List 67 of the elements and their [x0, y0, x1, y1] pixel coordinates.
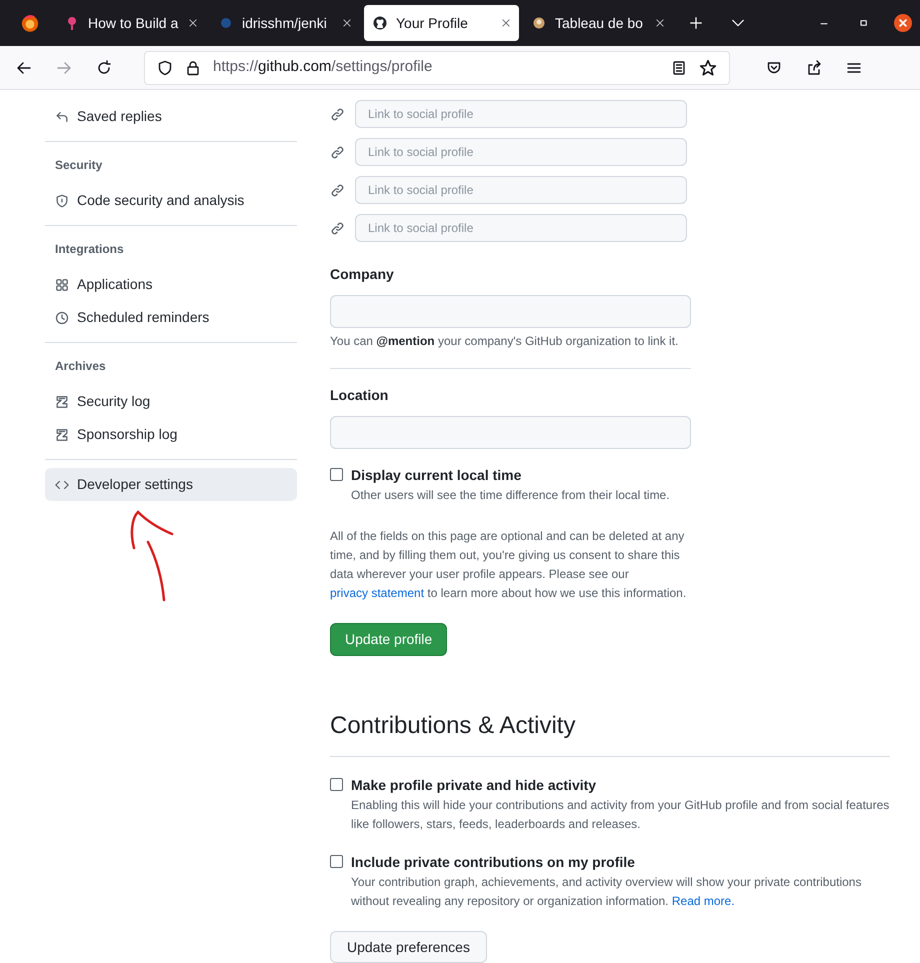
section-heading: Archives [54, 358, 107, 375]
clock-icon [55, 310, 69, 324]
privacy-statement-link[interactable]: privacy statement [330, 586, 424, 600]
close-icon[interactable] [501, 18, 511, 28]
checkbox-description: Your contribution graph, achievements, and activity overview will show your private contributions without revealing any repository or organization information. Read more. [351, 874, 862, 910]
sidebar-item[interactable]: Sponsorship log [45, 418, 297, 451]
back-icon[interactable] [16, 60, 32, 76]
pocket-icon[interactable] [766, 60, 782, 76]
text-field[interactable] [330, 295, 691, 328]
bookmark-star-icon[interactable] [699, 58, 717, 76]
update-preferences-button[interactable]: Update preferences [330, 931, 487, 963]
sidebar-item[interactable]: Scheduled reminders [45, 301, 297, 334]
grid-icon [55, 278, 69, 292]
section-heading: Security [54, 157, 104, 174]
favicon-icon [531, 15, 547, 31]
checkbox-description: Enabling this will hide your contributions and activity from your GitHub profile and from social features like followers, stars, feeds, leaderboards and releases. [351, 797, 890, 833]
field-label: Company [330, 265, 395, 284]
read-more-link[interactable]: Read more. [672, 894, 735, 908]
browser-tab[interactable]: idrisshm/jenki [210, 5, 360, 41]
section-title: Contributions & Activity [330, 708, 890, 757]
sidebar-item[interactable]: Saved replies [45, 100, 297, 133]
link-icon [330, 144, 345, 160]
field-note: You can @mention your company's GitHub organization to link it. [330, 333, 680, 350]
notice-text: All of the fields on this page are optional and can be deleted at any time, and by filling them out, you're giving us consent to share this data wherever your user profile appears. Please see our privacy statement to learn more about how we use this information. [330, 528, 688, 602]
section-heading: Integrations [54, 241, 125, 258]
checkbox[interactable] [330, 778, 343, 791]
url-text: https://github.com/settings/profile [213, 57, 434, 78]
reply-arrow-icon [55, 110, 69, 124]
checkbox[interactable] [330, 468, 343, 481]
sidebar-item[interactable]: Developer settings [45, 468, 297, 501]
browser-logo-icon[interactable] [20, 13, 40, 33]
social-link-field[interactable]: Link to social profile [355, 214, 687, 242]
github-logo-icon [372, 15, 388, 31]
checkbox[interactable] [330, 855, 343, 868]
link-icon [330, 106, 345, 122]
checkbox-label: Display current local time [351, 466, 522, 485]
browser-tab[interactable]: Tableau de bo [523, 5, 673, 41]
checkbox-label: Include private contributions on my profile [351, 853, 636, 872]
social-link-field[interactable]: Link to social profile [355, 176, 687, 204]
text-field[interactable] [330, 416, 691, 449]
link-icon [330, 220, 345, 236]
browser-tab[interactable]: Your Profile [364, 5, 519, 41]
sidebar-item[interactable]: Applications [45, 268, 297, 301]
log-icon [55, 428, 69, 442]
sidebar-item[interactable]: Security log [45, 385, 297, 418]
link-icon [330, 182, 345, 198]
sidebar-item[interactable]: Code security and analysis [45, 184, 297, 217]
share-icon[interactable] [806, 60, 822, 76]
social-link-field[interactable]: Link to social profile [355, 138, 687, 166]
field-label: Location [330, 386, 390, 405]
restore-icon[interactable] [858, 17, 870, 29]
browser-tab[interactable]: How to Build a [56, 5, 206, 41]
log-icon [55, 394, 69, 408]
reload-icon[interactable] [96, 60, 112, 76]
new-tab-icon[interactable] [689, 16, 703, 30]
forward-icon [56, 60, 72, 76]
shield-icon [157, 60, 173, 76]
favicon-icon [218, 15, 234, 31]
checkbox-description: Other users will see the time difference from their local time. [351, 487, 671, 504]
update-profile-button[interactable]: Update profile [330, 623, 448, 656]
address-bar[interactable]: https://github.com/settings/profile [144, 50, 730, 84]
social-link-field[interactable]: Link to social profile [355, 100, 687, 128]
lock-icon [185, 60, 201, 76]
reader-view-icon[interactable] [671, 60, 687, 76]
close-window-icon[interactable] [894, 14, 912, 32]
checkbox-label: Make profile private and hide activity [351, 776, 598, 795]
shield-icon [55, 194, 69, 208]
